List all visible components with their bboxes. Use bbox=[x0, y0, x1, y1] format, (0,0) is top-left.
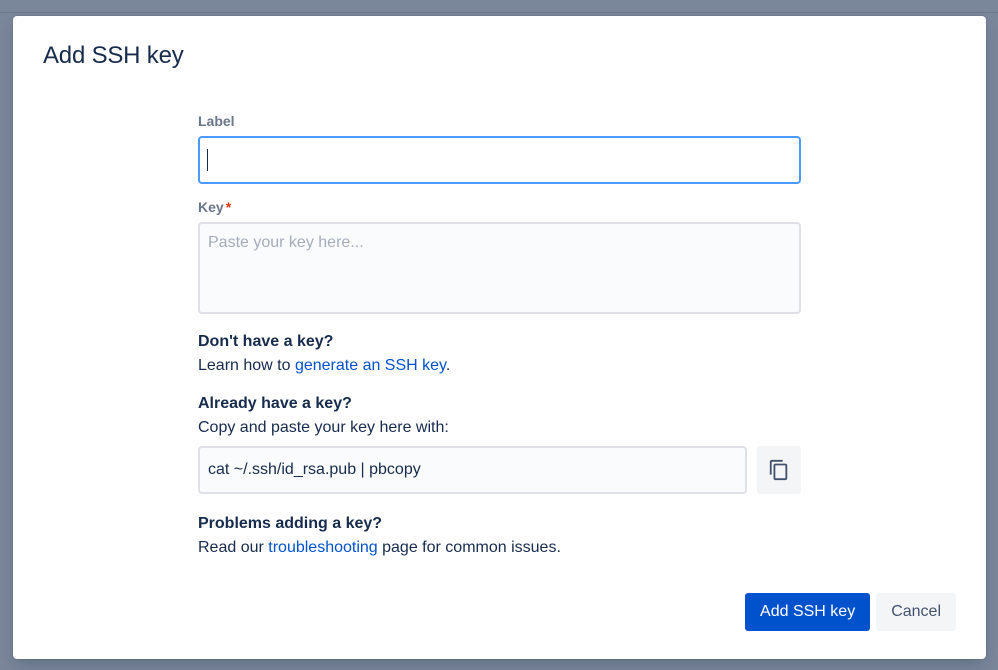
key-field-label-text: Key bbox=[198, 199, 224, 215]
copy-button[interactable] bbox=[757, 446, 801, 494]
label-field-label: Label bbox=[198, 113, 235, 129]
have-key-text: Copy and paste your key here with: bbox=[198, 419, 449, 436]
dialog-title: Add SSH key bbox=[43, 42, 184, 69]
add-ssh-key-button[interactable]: Add SSH key bbox=[745, 593, 871, 631]
text-cursor bbox=[207, 149, 208, 171]
generate-ssh-key-link[interactable]: generate an SSH key bbox=[295, 357, 446, 374]
label-input[interactable] bbox=[198, 136, 801, 184]
problems-heading: Problems adding a key? bbox=[198, 515, 383, 532]
copy-icon bbox=[769, 459, 788, 481]
required-marker: * bbox=[225, 199, 232, 215]
have-key-heading: Already have a key? bbox=[198, 395, 352, 412]
backdrop-divider bbox=[0, 12, 998, 13]
no-key-text-after: . bbox=[445, 357, 451, 374]
no-key-heading: Don't have a key? bbox=[198, 333, 334, 350]
no-key-text: Learn how to generate an SSH key. bbox=[198, 354, 801, 378]
problems-text: Read our troubleshooting page for common… bbox=[198, 536, 801, 560]
problems-text-before: Read our bbox=[198, 539, 269, 556]
cancel-button[interactable]: Cancel bbox=[876, 593, 956, 631]
add-ssh-key-dialog: Add SSH key Label Key* Don't have a key?… bbox=[13, 16, 986, 659]
key-textarea[interactable] bbox=[198, 222, 801, 314]
problems-text-after: page for common issues. bbox=[377, 539, 561, 556]
copy-command-row: cat ~/.ssh/id_rsa.pub | pbcopy bbox=[198, 446, 801, 494]
copy-command-field[interactable]: cat ~/.ssh/id_rsa.pub | pbcopy bbox=[198, 446, 747, 494]
troubleshooting-link[interactable]: troubleshooting bbox=[268, 539, 377, 556]
key-field-label: Key * bbox=[198, 198, 801, 216]
no-key-text-before: Learn how to bbox=[198, 357, 295, 374]
ssh-key-form: Label Key* Don't have a key? Learn how t… bbox=[198, 112, 801, 560]
dialog-footer: Add SSH key Cancel bbox=[745, 593, 956, 631]
